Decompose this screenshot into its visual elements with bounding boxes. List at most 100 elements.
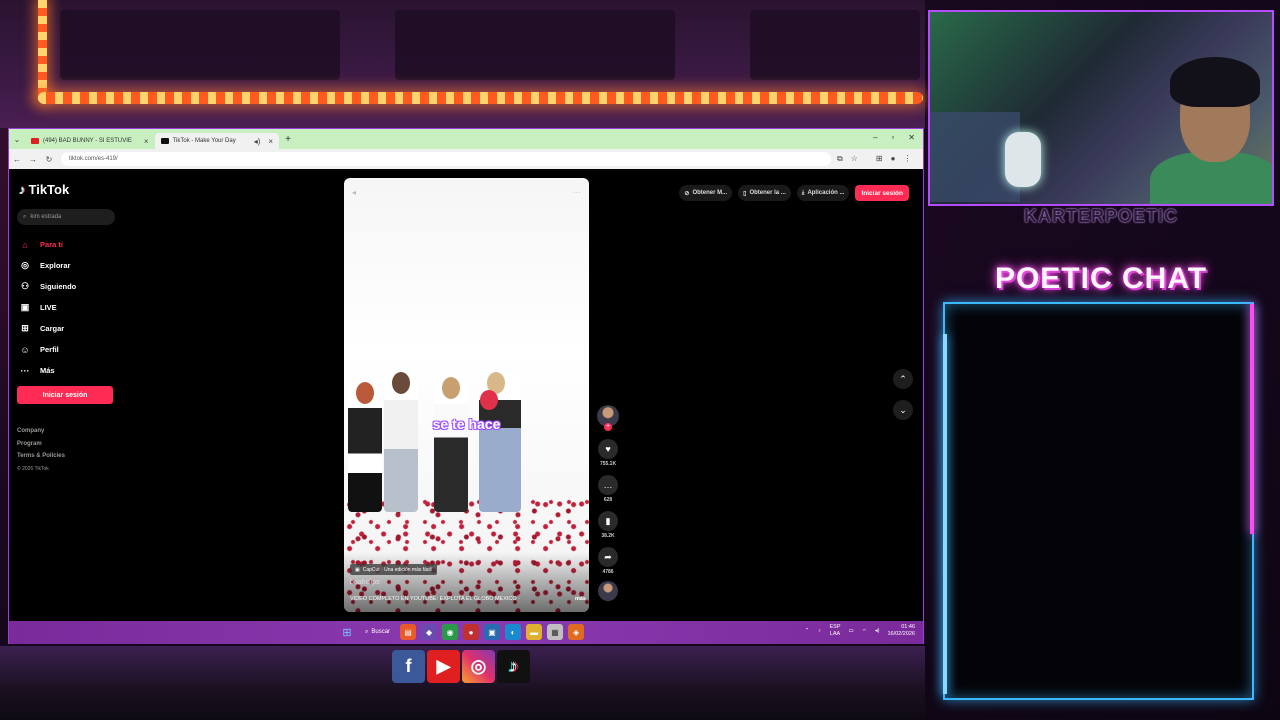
webcam-feed <box>928 10 1274 206</box>
top-right-bar: ⊘ Obtener M... ▯ Obtener la ... ⤓ Aplica… <box>679 185 909 201</box>
tiktok-logo[interactable]: ♪ TikTok <box>19 182 69 197</box>
share-action[interactable]: ➦ 4786 <box>598 547 618 575</box>
video-gradient <box>344 552 589 612</box>
video-caption: se te hace <box>432 416 501 432</box>
taskbar-search-label: Buscar <box>371 629 391 635</box>
video-description: VIDEO COMPLETO EN YOUTUBE: EXPLOTA EL GL… <box>350 596 586 602</box>
creator-avatar[interactable]: + <box>597 405 619 431</box>
edge-icon[interactable]: ◐ <box>505 624 522 640</box>
sound-avatar[interactable] <box>598 581 618 601</box>
app-icon[interactable]: ▤ <box>400 624 417 640</box>
sidebar-item-live[interactable]: ▣ LIVE <box>19 297 76 318</box>
social-icons: f ▶ ◎ ♪ <box>392 650 530 683</box>
network-icon[interactable]: ⌔ <box>862 628 867 635</box>
maximize-icon[interactable]: ▫ <box>891 133 894 142</box>
follow-plus-icon[interactable]: + <box>604 423 612 431</box>
speaker-icon[interactable]: ◂) <box>254 137 261 146</box>
like-count: 755.1K <box>599 461 617 467</box>
volume-icon[interactable]: ◂ <box>352 188 356 197</box>
sidebar-item-mas[interactable]: ··· Más <box>19 360 76 381</box>
youtube-favicon-icon <box>31 138 39 144</box>
back-icon[interactable]: ← <box>9 155 25 164</box>
streamer-hair <box>1170 57 1260 107</box>
sidebar-item-para-ti[interactable]: ⌂ Para ti <box>19 234 76 255</box>
get-coins-button[interactable]: ⊘ Obtener M... <box>679 185 733 201</box>
url-field[interactable]: tiktok.com/es-419/ <box>61 152 831 166</box>
tab-tiktok[interactable]: TikTok - Make Your Day ◂) × <box>154 133 280 149</box>
sidebar-item-label: Más <box>40 366 55 375</box>
monitor-icon[interactable]: ▭ <box>849 628 854 634</box>
close-tab-icon[interactable]: × <box>268 137 273 146</box>
forward-icon[interactable]: → <box>25 155 41 164</box>
tab-youtube[interactable]: (494) BAD BUNNY - SI ESTUVIE × <box>25 133 155 149</box>
desktop-app-label: Aplicación ... <box>807 190 845 196</box>
sidebar-nav: ⌂ Para ti ◎ Explorar ⚇ Siguiendo ▣ LIVE … <box>19 234 76 381</box>
coin-icon: ⊘ <box>684 190 690 197</box>
app-icon[interactable]: ▣ <box>484 624 501 640</box>
extensions-icon[interactable]: ⊞ <box>876 154 883 164</box>
tray-chevron-icon[interactable]: ⌃ <box>805 628 810 634</box>
video-player[interactable]: ◂ ··· se te hace ▣ CapCut · Una edición … <box>344 178 589 612</box>
new-tab-icon[interactable]: + <box>285 134 291 145</box>
top-login-button[interactable]: Iniciar sesión <box>855 185 909 201</box>
minimize-icon[interactable]: – <box>873 133 877 142</box>
footer-program-link[interactable]: Program <box>17 438 65 451</box>
comment-action[interactable]: … 628 <box>598 475 618 503</box>
footer-copyright: © 2026 TikTok <box>17 465 49 472</box>
clock-time: 01:46 <box>901 624 915 630</box>
save-action[interactable]: ▮ 38.2K <box>598 511 618 539</box>
install-icon[interactable]: ⧉ <box>837 154 843 164</box>
browser-menu-icon[interactable]: ⋮ <box>903 154 911 164</box>
windows-start-icon[interactable]: ⊞ <box>339 624 355 640</box>
desktop-app-button[interactable]: ⤓ Aplicación ... <box>796 185 850 201</box>
sidebar-item-label: LIVE <box>40 303 57 312</box>
app-icon[interactable]: ● <box>463 624 480 640</box>
language-indicator[interactable]: ESP LAA <box>829 624 840 638</box>
store-icon[interactable]: ▦ <box>547 624 564 640</box>
capcut-label: CapCut · Una edición más fácil <box>362 566 432 573</box>
chat-box <box>943 302 1254 700</box>
browser-window: ⌄ (494) BAD BUNNY - SI ESTUVIE × TikTok … <box>8 128 924 644</box>
sidebar-item-cargar[interactable]: ⊞ Cargar <box>19 318 76 339</box>
search-input[interactable]: ⌕ kim estrada <box>17 209 115 225</box>
sidebar-item-label: Para ti <box>40 240 63 249</box>
sidebar-item-perfil[interactable]: ☺ Perfil <box>19 339 76 360</box>
app-icon[interactable]: ◈ <box>568 624 585 640</box>
tab-list-icon[interactable]: ⌄ <box>9 135 25 144</box>
capcut-badge[interactable]: ▣ CapCut · Una edición más fácil <box>350 564 437 575</box>
sidebar-item-label: Perfil <box>40 345 59 354</box>
mic-icon[interactable]: ♁ <box>817 628 821 634</box>
upload-icon: ⊞ <box>21 323 29 333</box>
next-video-button[interactable]: ⌄ <box>893 400 913 420</box>
share-count: 4786 <box>602 569 614 575</box>
folder-icon[interactable]: ▬ <box>526 624 543 640</box>
share-icon: ➦ <box>598 547 618 567</box>
video-options-icon[interactable]: ··· <box>573 188 581 197</box>
profile-avatar-icon[interactable]: ● <box>891 154 896 164</box>
sidebar-item-siguiendo[interactable]: ⚇ Siguiendo <box>19 276 76 297</box>
close-tab-icon[interactable]: × <box>144 137 149 146</box>
app-icon[interactable]: ◆ <box>421 624 438 640</box>
footer-company-link[interactable]: Company <box>17 425 65 438</box>
sidebar-item-explorar[interactable]: ◎ Explorar <box>19 255 76 276</box>
sidebar-footer: Company Program Terms & Policies © 2026 … <box>17 425 65 475</box>
reload-icon[interactable]: ↻ <box>41 155 57 164</box>
clock[interactable]: 01:46 16/02/2026 <box>887 624 915 638</box>
volume-icon[interactable]: ◂) <box>875 628 880 634</box>
close-window-icon[interactable]: ✕ <box>908 133 915 142</box>
tab-label: (494) BAD BUNNY - SI ESTUVIE <box>43 138 132 144</box>
taskbar-search[interactable]: ⌕ Buscar <box>360 624 395 640</box>
get-app-button[interactable]: ▯ Obtener la ... <box>738 185 791 201</box>
chrome-icon[interactable]: ◉ <box>442 624 459 640</box>
taskbar-apps: ⊞ ⌕ Buscar ▤ ◆ ◉ ● ▣ ◐ ▬ ▦ ◈ <box>339 624 585 640</box>
like-action[interactable]: ♥ 755.1K <box>598 439 618 467</box>
bookmark-star-icon[interactable]: ☆ <box>851 154 858 164</box>
tiktok-page: ♪ TikTok ⌕ kim estrada ⌂ Para ti ◎ Explo… <box>9 170 923 620</box>
previous-video-button[interactable]: ⌃ <box>893 369 913 389</box>
video-username[interactable]: briahclips <box>350 579 380 586</box>
search-icon: ⌕ <box>365 628 369 635</box>
sidebar-login-button[interactable]: Iniciar sesión <box>17 386 113 404</box>
more-link[interactable]: más <box>575 596 586 602</box>
footer-terms-link[interactable]: Terms & Policies <box>17 450 65 463</box>
heart-icon: ♥ <box>598 439 618 459</box>
